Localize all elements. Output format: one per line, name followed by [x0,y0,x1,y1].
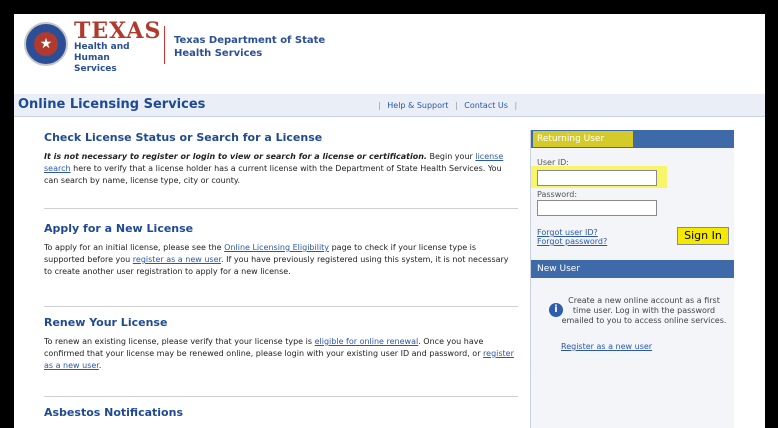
apply-heading: Apply for a New License [44,222,194,235]
logo-hhs: Health and Human Services [74,42,130,74]
renew-text: To renew an existing license, please ver… [44,337,514,370]
register-new-user-link[interactable]: register as a new user [133,255,221,264]
renew-heading: Renew Your License [44,316,168,329]
apply-section: Apply for a New License To apply for an … [44,222,518,278]
eligible-renewal-link[interactable]: eligible for online renewal [315,337,419,346]
apply-text: To apply for an initial license, please … [44,243,509,276]
logo-dshs: Texas Department of State Health Service… [174,35,326,59]
section-divider [44,208,518,209]
logo-divider [164,26,165,64]
texas-seal-icon: ★ [24,22,68,66]
contact-us-link[interactable]: Contact Us [464,101,508,110]
forgot-password-link[interactable]: Forgot password? [537,237,607,246]
asbestos-heading: Asbestos Notifications [44,406,183,419]
asbestos-section: Asbestos Notifications [44,406,518,419]
password-input[interactable] [537,200,657,216]
section-divider [44,396,518,397]
returning-user-title: Returning User [533,131,633,147]
section-divider [44,306,518,307]
eligibility-link[interactable]: Online Licensing Eligibility [224,243,329,252]
register-new-user-panel-link[interactable]: Register as a new user [561,342,652,351]
page-title: Online Licensing Services [18,97,206,112]
password-label: Password: [537,190,578,199]
check-license-heading: Check License Status or Search for a Lic… [44,131,323,144]
returning-user-header: Returning User [531,130,734,148]
page-frame: ★ TEXAS Health and Human Services Texas … [14,14,765,428]
header-links: | Help & Support | Contact Us | [378,101,518,110]
check-license-text: It is not necessary to register or login… [44,152,504,185]
new-user-info-text: Create a new online account as a first t… [561,296,727,325]
login-panel: Returning User User ID: Password: Forgot… [530,130,734,428]
user-id-input[interactable] [537,170,657,186]
title-bar: Online Licensing Services | Help & Suppo… [14,94,765,117]
logo-texas: TEXAS [74,18,162,44]
renew-section: Renew Your License To renew an existing … [44,316,518,372]
new-user-header: New User [531,260,734,278]
check-license-section: Check License Status or Search for a Lic… [44,131,518,187]
help-support-link[interactable]: Help & Support [387,101,448,110]
sign-in-button[interactable]: Sign In [677,227,729,245]
forgot-user-id-link[interactable]: Forgot user ID? [537,228,598,237]
site-header: ★ TEXAS Health and Human Services Texas … [14,14,765,84]
